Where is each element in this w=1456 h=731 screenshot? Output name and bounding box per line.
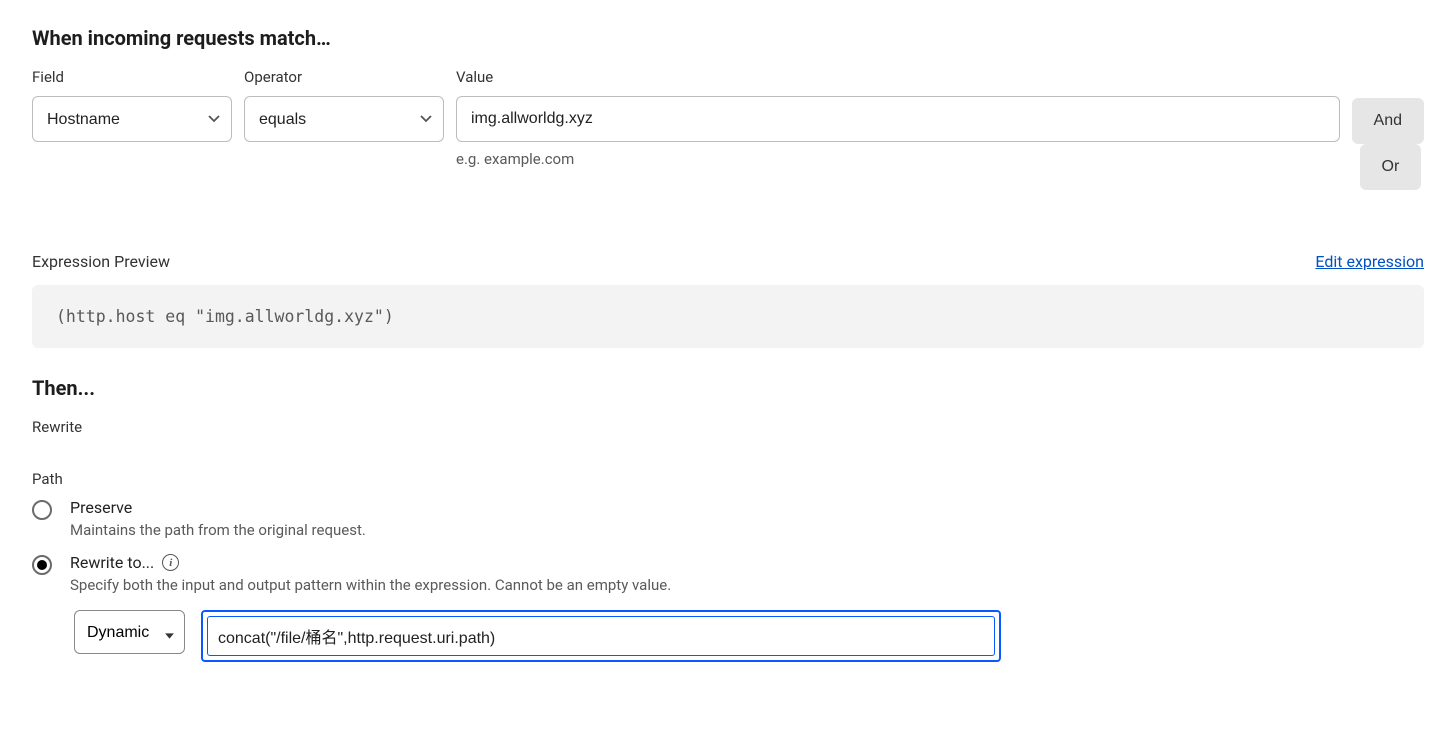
path-section-label: Path: [32, 470, 1424, 488]
operator-column-label: Operator: [244, 68, 444, 86]
info-icon[interactable]: i: [162, 554, 179, 571]
rule-row: Field Hostname Operator equals Value e.g…: [32, 68, 1424, 190]
radio-preserve-title: Preserve: [70, 498, 366, 517]
rewrite-action-label: Rewrite: [32, 418, 1424, 436]
and-button[interactable]: And: [1352, 98, 1424, 144]
expression-preview-code: (http.host eq "img.allworldg.xyz"): [32, 285, 1424, 348]
field-select[interactable]: Hostname: [32, 96, 232, 142]
edit-expression-link[interactable]: Edit expression: [1315, 252, 1424, 271]
rewrite-expression-input[interactable]: [207, 616, 995, 656]
operator-select[interactable]: equals: [244, 96, 444, 142]
radio-rewrite-title: Rewrite to...: [70, 553, 154, 572]
value-input[interactable]: [456, 96, 1340, 142]
rewrite-expression-frame: [201, 610, 1001, 662]
radio-preserve[interactable]: [32, 500, 52, 520]
rewrite-mode-select[interactable]: Dynamic: [74, 610, 185, 654]
section-match-title: When incoming requests match…: [32, 26, 1424, 50]
section-then-title: Then...: [32, 376, 1424, 400]
radio-rewrite-desc: Specify both the input and output patter…: [70, 576, 671, 594]
or-button[interactable]: Or: [1360, 144, 1422, 190]
radio-rewrite[interactable]: [32, 555, 52, 575]
value-column-label: Value: [456, 68, 1340, 86]
field-column-label: Field: [32, 68, 232, 86]
radio-preserve-desc: Maintains the path from the original req…: [70, 521, 366, 539]
expression-preview-label: Expression Preview: [32, 252, 170, 271]
value-hint: e.g. example.com: [456, 150, 1340, 168]
